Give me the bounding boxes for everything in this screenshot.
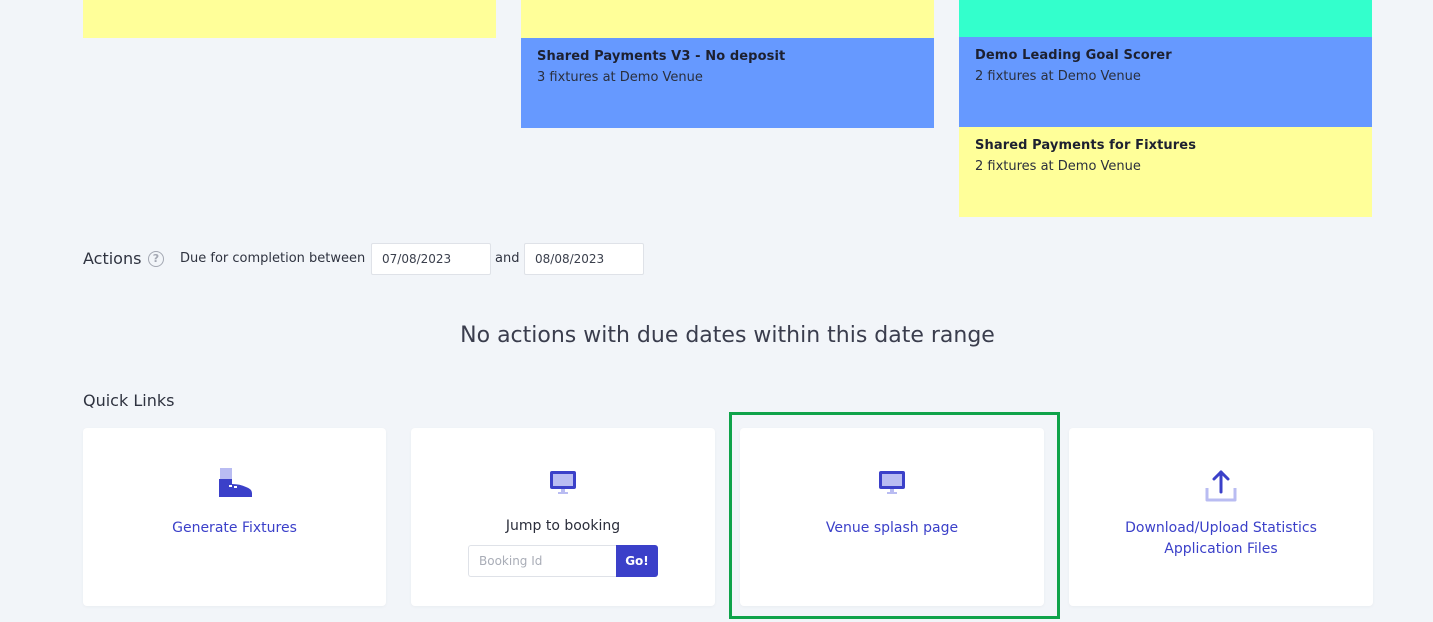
fixture-card-top-middle[interactable] — [521, 0, 934, 38]
to-date-input[interactable] — [524, 243, 644, 275]
and-label: and — [495, 251, 520, 266]
help-icon[interactable]: ? — [148, 251, 164, 267]
quick-links-heading: Quick Links — [83, 391, 175, 410]
quick-link-generate-fixtures[interactable]: Generate Fixtures — [83, 428, 386, 606]
fixture-card-subtitle: 2 fixtures at Demo Venue — [975, 159, 1141, 174]
fixture-card-top-left[interactable] — [83, 0, 496, 38]
quick-link-jump-to-booking: Jump to booking Go! — [411, 428, 715, 606]
upload-icon — [1203, 468, 1239, 508]
fixture-card-shared-payments-v3[interactable]: Shared Payments V3 - No deposit 3 fixtur… — [521, 38, 934, 128]
fixture-card-demo-leading-goal-scorer[interactable]: Demo Leading Goal Scorer 2 fixtures at D… — [959, 37, 1372, 127]
due-label: Due for completion between — [180, 251, 366, 266]
actions-heading: Actions — [83, 249, 142, 268]
quick-link-download-upload-statistics[interactable]: Download/Upload Statistics Application F… — [1069, 428, 1373, 606]
fixture-card-title: Shared Payments V3 - No deposit — [537, 49, 786, 64]
go-button[interactable]: Go! — [616, 545, 658, 577]
monitor-icon — [549, 468, 577, 500]
link-line-2: Application Files — [1164, 541, 1278, 557]
download-upload-statistics-link[interactable]: Download/Upload Statistics Application F… — [1069, 518, 1373, 560]
no-actions-message: No actions with due dates within this da… — [460, 323, 995, 348]
booking-id-input[interactable] — [468, 545, 616, 577]
from-date-input[interactable] — [371, 243, 491, 275]
fixture-card-shared-payments-fixtures[interactable]: Shared Payments for Fixtures 2 fixtures … — [959, 127, 1372, 217]
fixture-card-title: Shared Payments for Fixtures — [975, 138, 1197, 153]
highlight-box — [729, 412, 1060, 619]
generate-fixtures-link[interactable]: Generate Fixtures — [83, 518, 386, 539]
fixture-card-subtitle: 2 fixtures at Demo Venue — [975, 69, 1141, 84]
link-line-1: Download/Upload Statistics — [1125, 520, 1317, 536]
fixture-card-subtitle: 3 fixtures at Demo Venue — [537, 70, 703, 85]
fixture-card-title: Demo Leading Goal Scorer — [975, 48, 1172, 63]
jump-to-booking-label: Jump to booking — [505, 518, 621, 534]
fixture-card-top-right[interactable] — [959, 0, 1372, 37]
boot-icon — [216, 468, 254, 502]
